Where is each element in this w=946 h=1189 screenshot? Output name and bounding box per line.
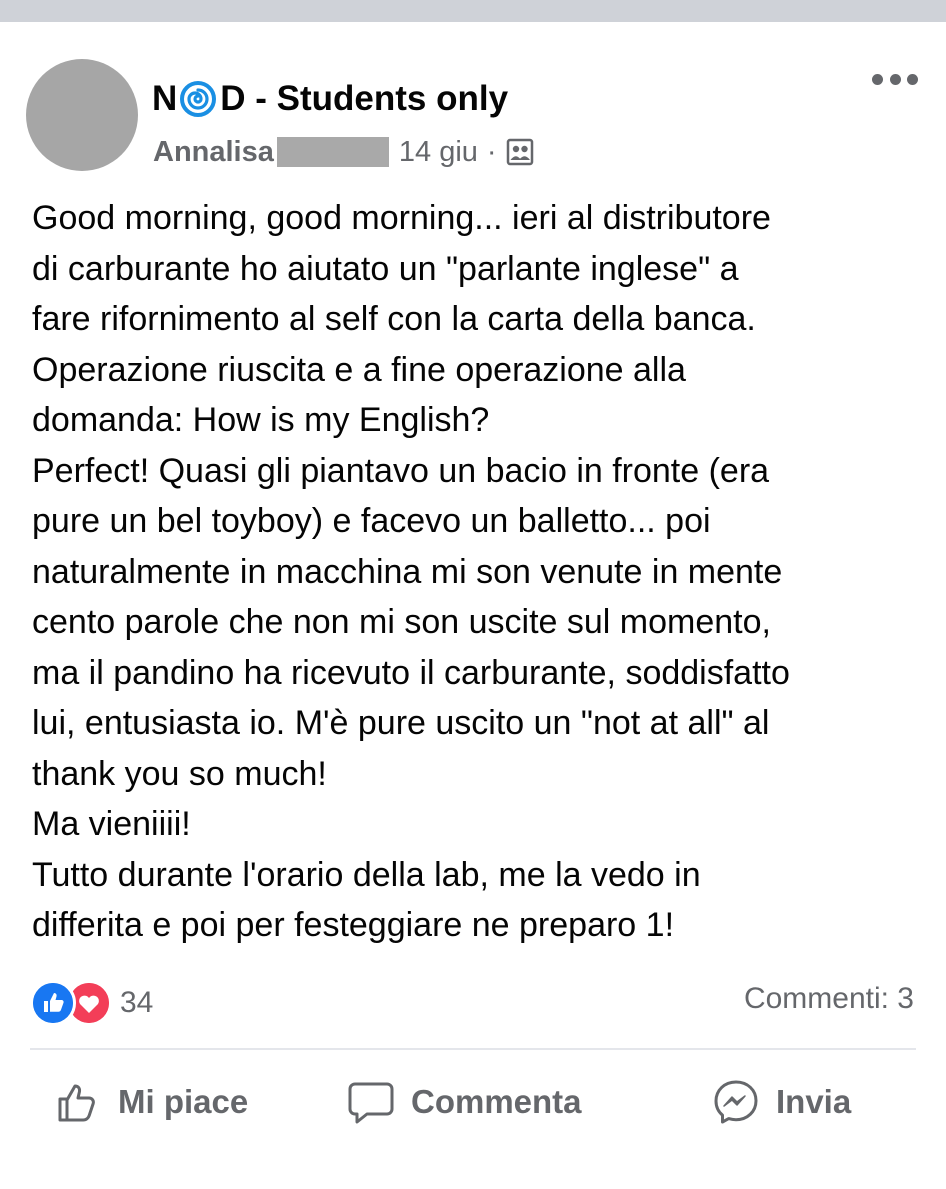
post-line: thank you so much! <box>32 754 327 793</box>
dot <box>907 73 918 85</box>
post-date[interactable]: 14 giu <box>399 132 478 172</box>
like-label: Mi piace <box>118 1083 249 1120</box>
post-line: Good morning, good morning... ieri al di… <box>32 199 771 237</box>
post-line: Operazione riuscita e a fine operazione … <box>32 350 686 389</box>
messenger-icon <box>714 1080 758 1124</box>
group-title[interactable]: N D - Students only <box>152 77 508 121</box>
post-line: Tutto durante l'orario della lab, me la … <box>32 855 701 894</box>
share-label: Invia <box>776 1083 852 1120</box>
spiral-logo-icon <box>180 81 217 117</box>
post-line: domanda: How is my English? <box>32 401 490 439</box>
reactions-summary[interactable]: 34 <box>30 980 153 1026</box>
post-line: ma il pandino ha ricevuto il carburante,… <box>32 653 790 692</box>
redacted-surname <box>276 137 389 167</box>
group-members-icon <box>506 138 533 166</box>
post-text: Good morning, good morning... ieri al di… <box>32 193 922 951</box>
thumbs-up-icon <box>58 1084 95 1122</box>
post-line: lui, entusiasta io. M'è pure uscito un "… <box>32 704 770 742</box>
reactions-count: 34 <box>120 986 154 1019</box>
dot <box>889 73 901 85</box>
more-options-icon[interactable] <box>872 70 918 88</box>
author-name[interactable]: Annalisa <box>153 132 274 172</box>
post-line: pure un bel toyboy) e facevo un balletto… <box>32 502 711 540</box>
post-line: Ma vieniiii! <box>32 805 191 843</box>
comment-button[interactable]: Commenta <box>347 1074 582 1130</box>
like-reaction-icon <box>30 980 76 1026</box>
group-name-part2: D - Students only <box>220 79 509 118</box>
post-meta: Annalisa 14 giu · <box>153 132 534 172</box>
post-line: fare rifornimento al self con la carta d… <box>32 300 756 338</box>
dot <box>872 73 883 85</box>
post-line: naturalmente in macchina mi son venute i… <box>32 552 783 591</box>
comment-label: Commenta <box>411 1083 582 1120</box>
meta-separator: · <box>486 136 497 168</box>
post-line: differita e poi per festeggiare ne prepa… <box>32 906 675 944</box>
like-button[interactable]: Mi piace <box>54 1074 248 1130</box>
divider <box>30 1048 916 1050</box>
comments-count[interactable]: Commenti: 3 <box>744 982 914 1016</box>
group-name-part1: N <box>152 79 178 118</box>
post-line: di carburante ho aiutato un "parlante in… <box>32 249 739 288</box>
share-button[interactable]: Invia <box>712 1074 851 1130</box>
post-line: cento parole che non mi son uscite sul m… <box>32 603 771 641</box>
top-status-bar <box>0 0 946 22</box>
post-line: Perfect! Quasi gli piantavo un bacio in … <box>32 451 770 490</box>
group-avatar[interactable] <box>26 59 138 171</box>
speech-bubble-icon <box>348 1082 394 1124</box>
